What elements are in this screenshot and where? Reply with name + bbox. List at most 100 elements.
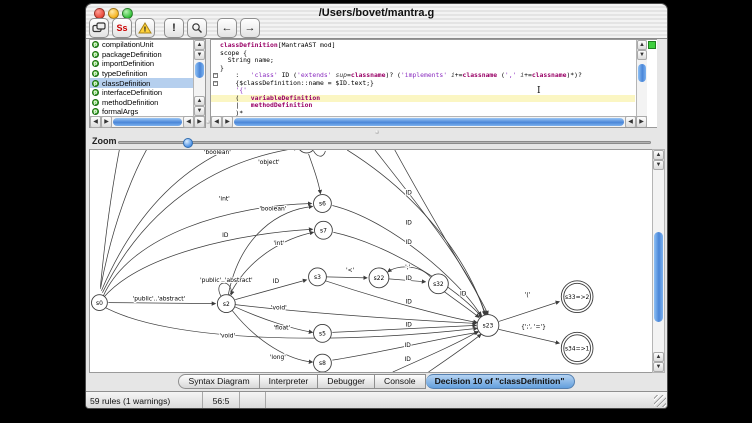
sidebar-item-methodDefinition[interactable]: pmethodDefinition xyxy=(90,98,193,108)
warnings-button[interactable]: ! xyxy=(135,18,155,38)
code-area[interactable]: classDefinition[MantraAST mod]scope { St… xyxy=(211,42,635,117)
graph-vertical-scrollbar[interactable]: ▲ ▼ ▲ ▼ xyxy=(652,149,665,373)
scroll-left-arrow[interactable]: ◀ xyxy=(183,116,194,128)
code-line: classDefinition[MantraAST mod] xyxy=(211,42,635,50)
scroll-down-arrow[interactable]: ▼ xyxy=(194,106,205,116)
tab-debugger[interactable]: Debugger xyxy=(318,374,375,389)
scroll-right-arrow[interactable]: ▶ xyxy=(194,116,205,128)
zoom-slider[interactable] xyxy=(118,141,651,144)
rules-vertical-scrollbar[interactable]: ▲ ▼ ▲ ▼ xyxy=(193,40,205,116)
rule-label: compilationUnit xyxy=(102,40,153,49)
zoom-slider-thumb[interactable] xyxy=(183,138,193,148)
node-label: s6 xyxy=(319,201,326,208)
status-cell-empty xyxy=(266,392,667,409)
parser-rule-icon: p xyxy=(92,41,99,48)
window-title: /Users/bovet/mantra.g xyxy=(146,4,607,22)
decision-graph-canvas: s0s2s3s6s7s5s8s22s32s23s33=>2s34=>1 'boo… xyxy=(89,149,653,373)
graph-node-s3: s3 xyxy=(309,268,327,286)
scroll-down-arrow[interactable]: ▼ xyxy=(194,50,205,60)
edge-label: 'public'..'abstract' xyxy=(200,277,253,284)
rules-scroll-thumb[interactable] xyxy=(195,62,204,78)
parser-rule-icon: p xyxy=(92,80,99,87)
scroll-up-arrow[interactable]: ▲ xyxy=(637,40,647,50)
fold-gutter[interactable]: − xyxy=(211,73,220,78)
sidebar-item-compilationUnit[interactable]: pcompilationUnit xyxy=(90,40,193,50)
graph-node-s8: s8 xyxy=(314,354,332,372)
edge-label: 'int' xyxy=(273,240,284,247)
tab-console[interactable]: Console xyxy=(375,374,426,389)
graph-scroll-thumb[interactable] xyxy=(654,232,663,322)
node-label: s3 xyxy=(314,274,321,281)
graph-node-s32: s32 xyxy=(428,274,448,294)
node-label: s23 xyxy=(483,323,494,330)
sidebar-item-interfaceDefinition[interactable]: pinterfaceDefinition xyxy=(90,88,193,98)
back-button[interactable]: ← xyxy=(217,18,237,38)
sidebar-item-typeDefinition[interactable]: ptypeDefinition xyxy=(90,69,193,79)
toggle-rules-button[interactable] xyxy=(89,18,109,38)
graph-node-s23: s23 xyxy=(477,315,499,337)
tab-syntax-diagram[interactable]: Syntax Diagram xyxy=(178,374,259,389)
scroll-left-arrow[interactable]: ◀ xyxy=(625,116,636,128)
sidebar-item-importDefinition[interactable]: pimportDefinition xyxy=(90,59,193,69)
scroll-right-arrow[interactable]: ▶ xyxy=(636,116,647,128)
scroll-down-arrow[interactable]: ▼ xyxy=(637,50,647,60)
rules-hscroll-thumb[interactable] xyxy=(113,118,182,126)
code-token: ( xyxy=(497,72,505,80)
magnifier-icon xyxy=(191,22,203,34)
graph-node-s22: s22 xyxy=(369,268,389,288)
literals-button[interactable]: Ss xyxy=(112,18,132,38)
parser-rule-icon: p xyxy=(92,60,99,67)
scroll-up-arrow[interactable]: ▲ xyxy=(194,40,205,50)
resize-grip[interactable] xyxy=(654,395,666,407)
horizontal-splitter-handle[interactable] xyxy=(375,130,379,134)
edge-label: 'boolean' xyxy=(204,149,231,156)
code-line: | methodDefinition xyxy=(211,102,635,110)
graph-edge xyxy=(499,302,559,322)
tab-decision-10-of-classdefinition[interactable]: Decision 10 of "classDefinition" xyxy=(426,374,575,389)
grammar-editor[interactable]: classDefinition[MantraAST mod]scope { St… xyxy=(210,39,657,128)
forward-button[interactable]: → xyxy=(240,18,260,38)
scroll-up-arrow[interactable]: ▲ xyxy=(653,352,664,362)
code-token: 'implements' xyxy=(401,72,447,80)
rule-label: typeDefinition xyxy=(102,69,147,78)
graph-edge xyxy=(375,150,486,317)
rule-label: formalArgs xyxy=(102,107,138,116)
zoom-label: Zoom xyxy=(92,136,117,146)
scroll-left-arrow[interactable]: ◀ xyxy=(211,116,222,128)
forward-arrow-icon: → xyxy=(245,22,256,34)
parser-rule-icon: p xyxy=(92,51,99,58)
scroll-up-arrow[interactable]: ▲ xyxy=(194,96,205,106)
scroll-down-arrow[interactable]: ▼ xyxy=(653,362,664,372)
parser-rule-icon: p xyxy=(92,70,99,77)
find-button[interactable] xyxy=(187,18,207,38)
sidebar-item-packageDefinition[interactable]: ppackageDefinition xyxy=(90,50,193,60)
graph-node-clipped xyxy=(298,149,316,153)
scroll-down-arrow[interactable]: ▼ xyxy=(653,160,664,170)
rules-horizontal-scrollbar[interactable]: ◀ ▶ ◀ ▶ xyxy=(90,116,205,127)
checks-button[interactable]: ! xyxy=(164,18,184,38)
status-caret-position: 56:5 xyxy=(203,392,240,409)
graph-edge xyxy=(108,303,215,304)
node-label: s32 xyxy=(433,281,444,288)
scroll-up-arrow[interactable]: ▲ xyxy=(653,150,664,160)
window-chrome: /Users/bovet/mantra.g Ss ! ! xyxy=(86,4,667,39)
fold-collapse-icon[interactable]: − xyxy=(213,81,218,86)
fold-gutter[interactable]: − xyxy=(211,81,220,86)
fold-collapse-icon[interactable]: − xyxy=(213,73,218,78)
editor-hscroll-thumb[interactable] xyxy=(234,118,624,126)
scroll-right-arrow[interactable]: ▶ xyxy=(222,116,233,128)
tab-interpreter[interactable]: Interpreter xyxy=(260,374,319,389)
editor-vertical-scrollbar[interactable]: ▲ ▼ xyxy=(636,40,647,118)
graph-edge xyxy=(102,149,297,293)
scroll-right-arrow[interactable]: ▶ xyxy=(101,116,112,128)
edge-label: ID xyxy=(405,342,412,349)
sidebar-item-formalArgs[interactable]: pformalArgs xyxy=(90,107,193,116)
sidebar-item-classDefinition[interactable]: pclassDefinition xyxy=(90,78,193,88)
graph-node-s5: s5 xyxy=(314,324,332,342)
edge-label: 'boolean' xyxy=(259,205,286,212)
editor-scroll-thumb[interactable] xyxy=(638,64,646,82)
editor-horizontal-scrollbar[interactable]: ◀ ▶ ◀ ▶ xyxy=(211,116,647,127)
vertical-splitter-handle[interactable] xyxy=(206,120,210,124)
zoom-row: Zoom xyxy=(86,134,667,149)
scroll-left-arrow[interactable]: ◀ xyxy=(90,116,101,128)
